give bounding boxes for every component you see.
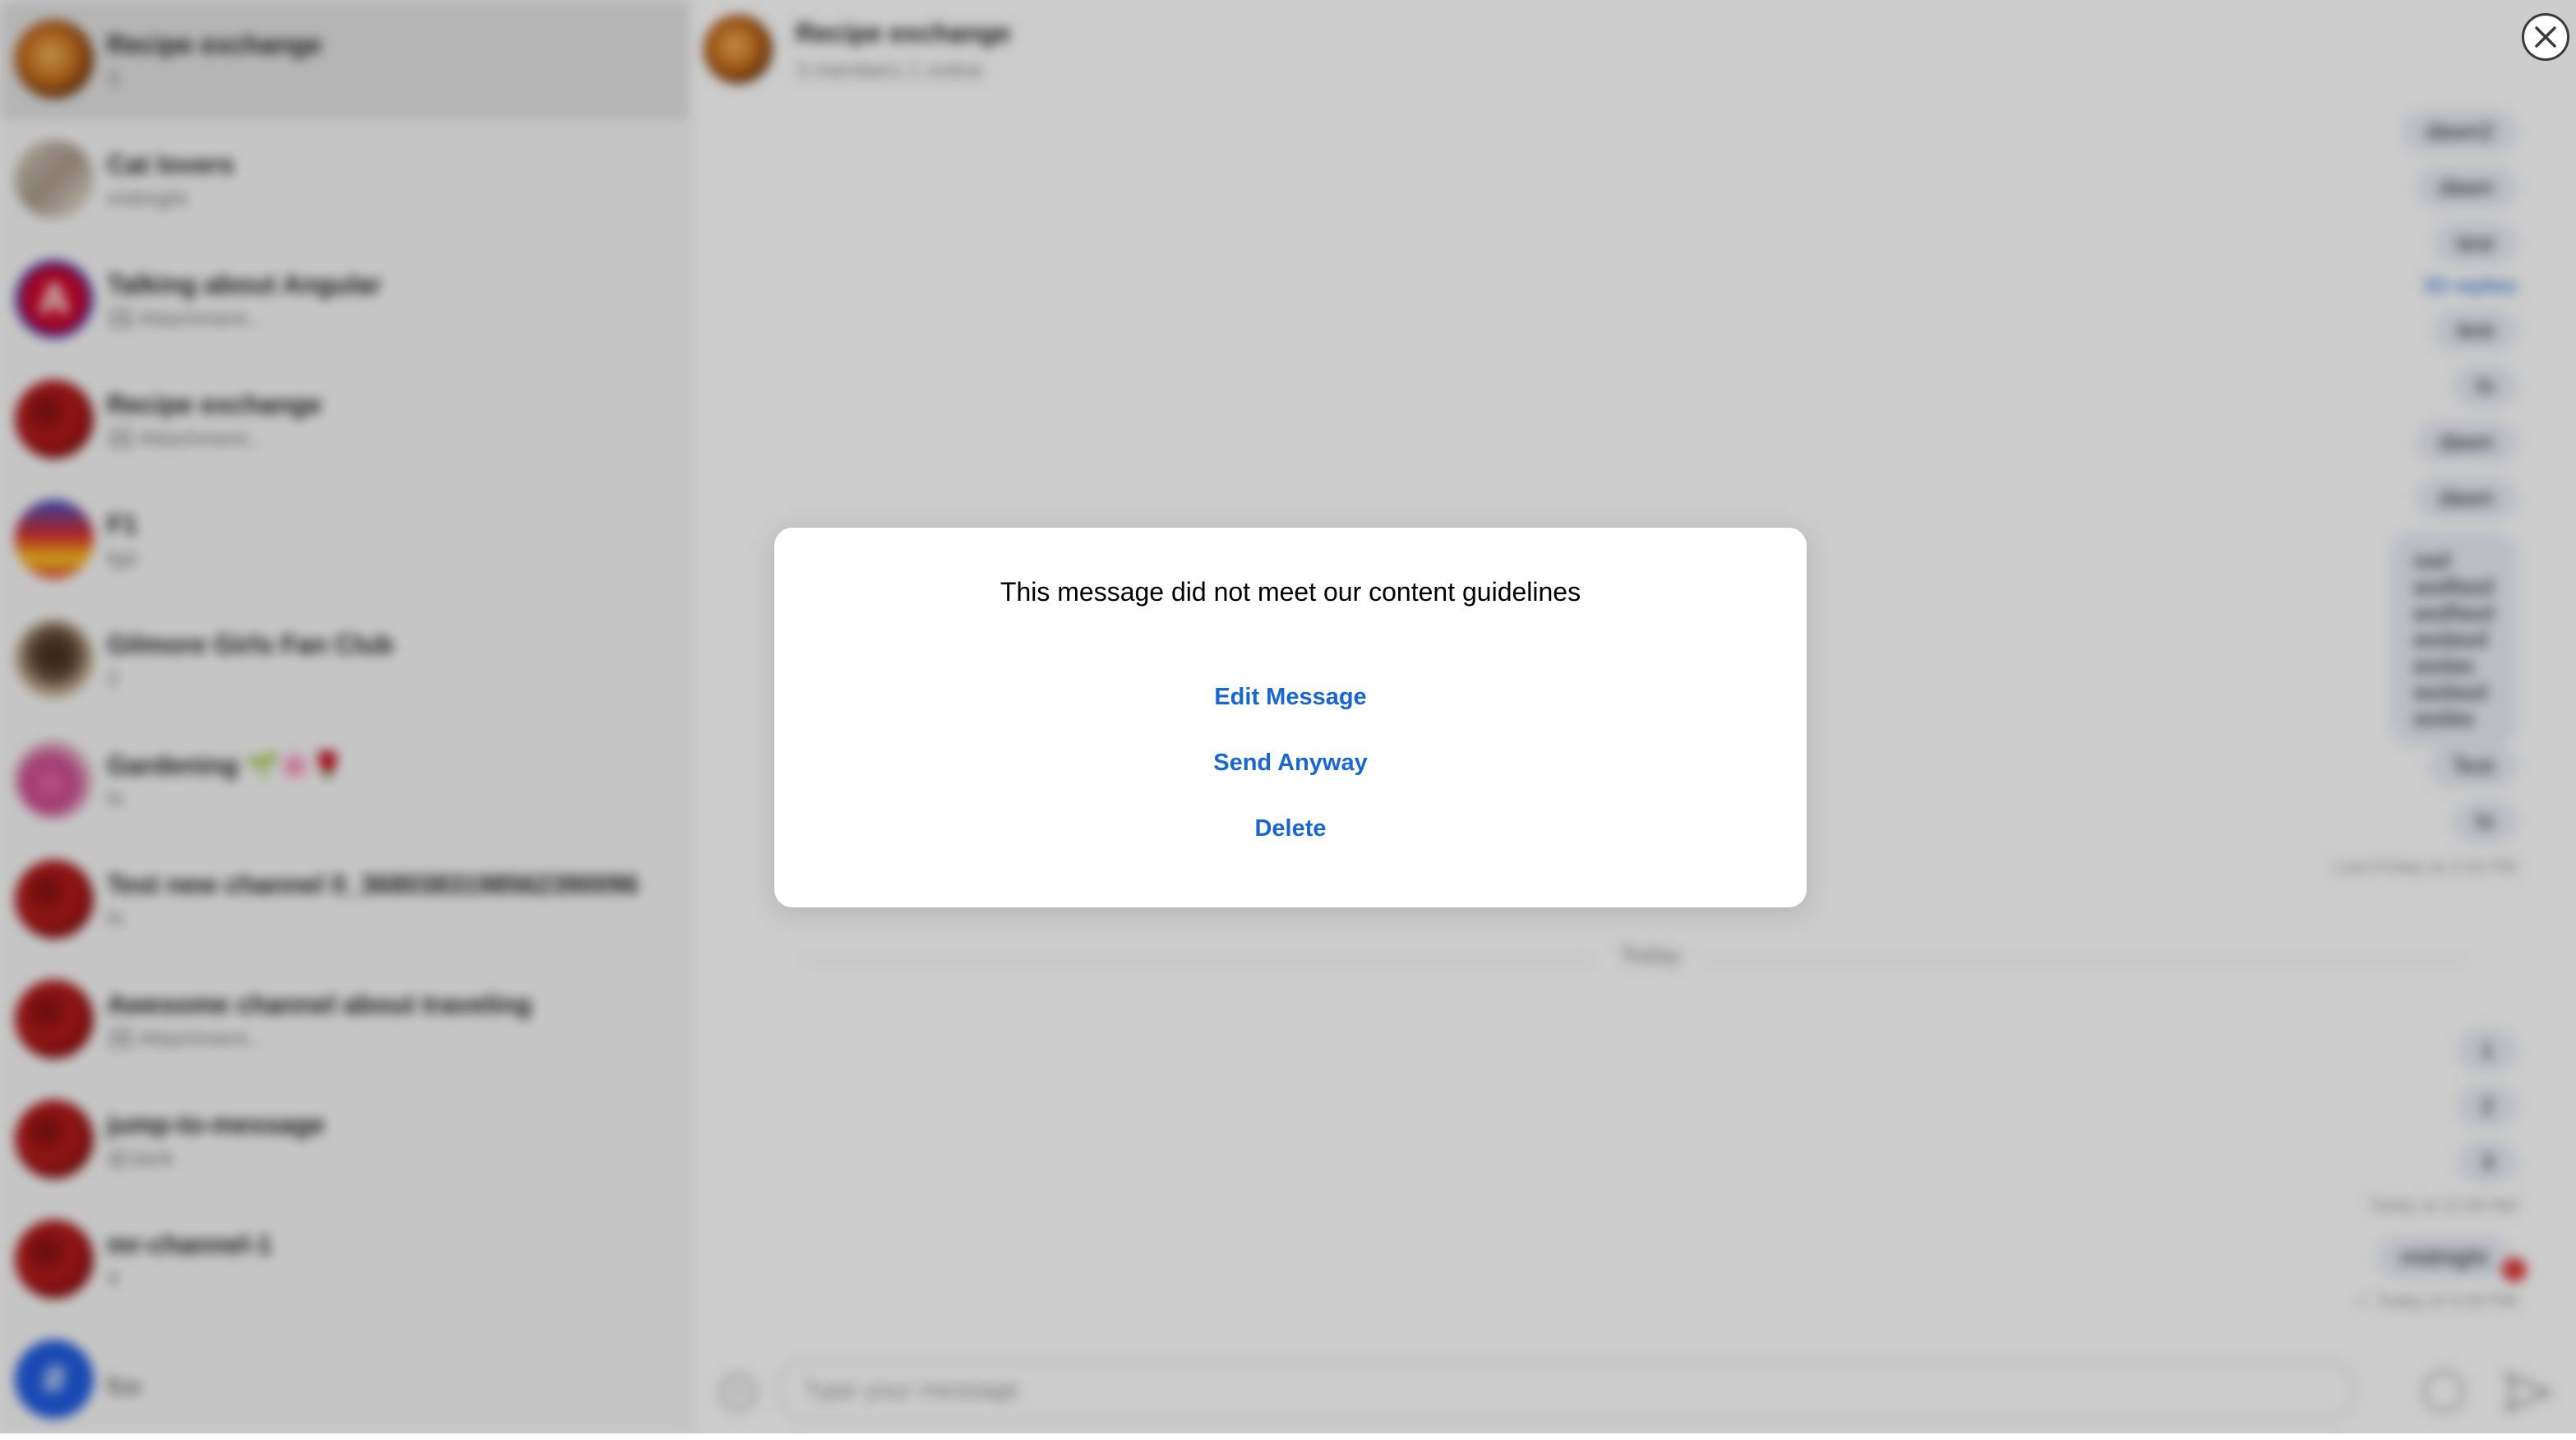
close-icon [2535,26,2556,48]
send-anyway-button[interactable]: Send Anyway [1126,740,1455,786]
close-button[interactable] [2522,13,2569,61]
edit-message-button[interactable]: Edit Message [1126,674,1455,720]
modal-message: This message did not meet our content gu… [999,577,1581,607]
content-guidelines-modal: This message did not meet our content gu… [774,528,1807,907]
delete-button[interactable]: Delete [1126,805,1455,852]
